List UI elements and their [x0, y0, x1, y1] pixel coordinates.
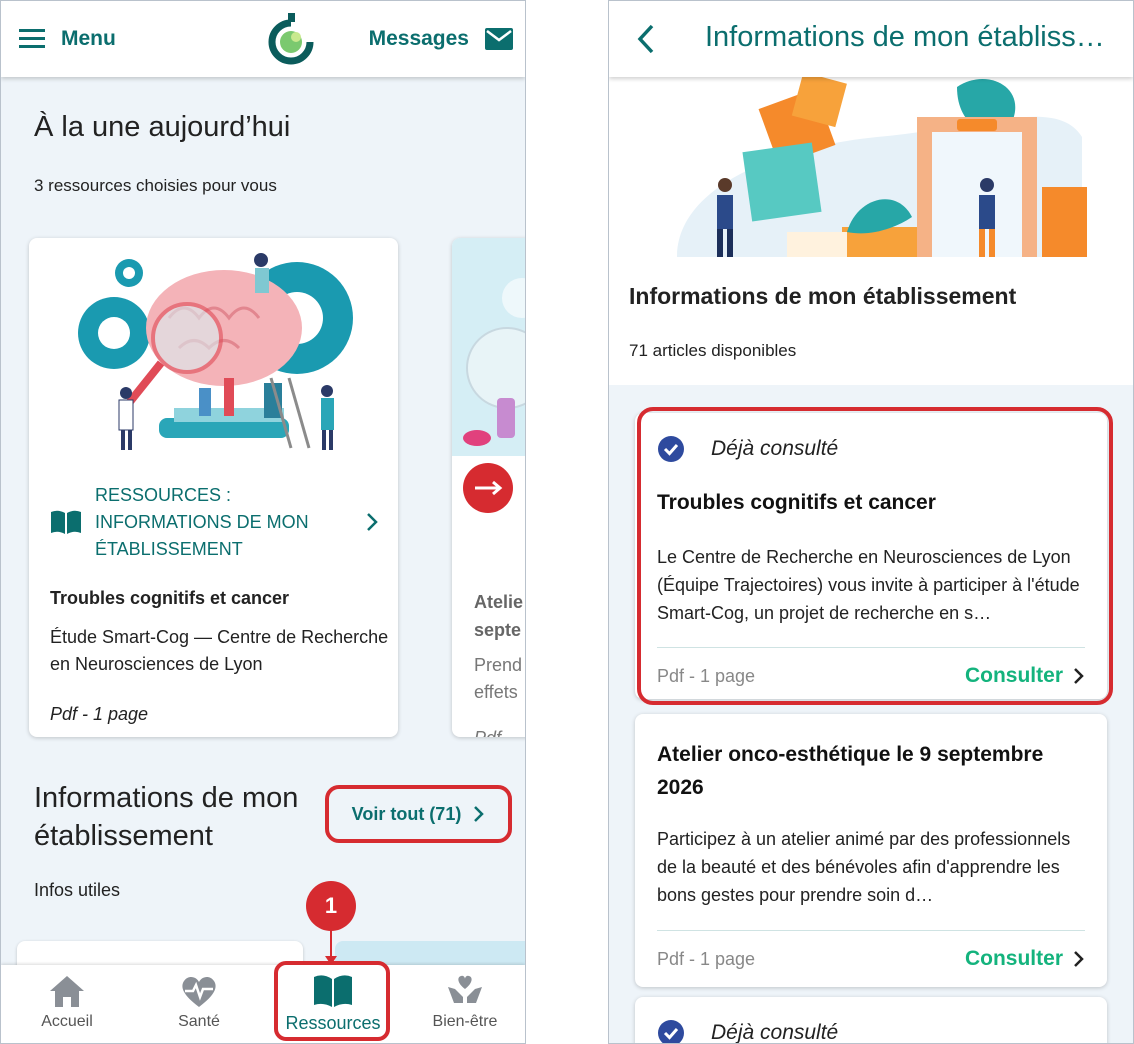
chevron-right-icon [367, 513, 378, 531]
tab-label: Bien-être [432, 1013, 498, 1030]
menu-label: Menu [61, 27, 116, 50]
article-card[interactable]: Atelier onco-esthétique le 9 septembre 2… [635, 714, 1107, 987]
tab-bien-etre[interactable]: Bien-être [405, 973, 525, 1031]
back-arrow-icon[interactable] [635, 23, 657, 55]
book-icon [51, 510, 81, 534]
chevron-right-icon [1074, 951, 1084, 967]
brain-research-illustration [78, 253, 353, 450]
step-badge: 1 [306, 881, 356, 931]
tab-accueil[interactable]: Accueil [7, 973, 127, 1031]
category-label: RESSOURCES : INFORMATIONS DE MON ÉTABLIS… [95, 485, 309, 559]
resources-list-screen: Informations de mon établissement Inform… [608, 0, 1134, 1044]
featured-subtitle: 3 ressources choisies pour vous [34, 176, 277, 195]
care-hands-icon [448, 975, 482, 1003]
active-tab-highlight [274, 961, 390, 1041]
article-file-info: Pdf - 1 page [657, 949, 756, 969]
see-all-label: Voir tout (71) [351, 803, 462, 824]
app-header: Menu Messages [1, 1, 525, 77]
heart-pulse-icon [182, 976, 216, 1007]
swipe-arrow-annotation [463, 463, 513, 513]
page-title: Informations de mon établissement [705, 21, 1117, 53]
section-title: Informations de mon établissement [629, 283, 1017, 309]
information-illustration [677, 77, 1087, 257]
messages-label: Messages [368, 27, 469, 50]
card-file-info: Pdf - 1 page [50, 704, 149, 724]
article-description: Participez à un atelier animé par des pr… [657, 829, 1071, 905]
see-all-button[interactable]: Voir tout (71) [325, 785, 512, 843]
featured-title: À la une aujourd’hui [34, 111, 291, 143]
card-file-info: Pdf [474, 728, 501, 737]
step-pointer-line [330, 929, 332, 959]
card-title: Atelie septe [474, 592, 524, 640]
chevron-right-icon [474, 806, 485, 822]
messages-button[interactable]: Messages [369, 23, 513, 55]
tab-label: Santé [178, 1013, 220, 1030]
section-title: Informations de mon établissement [34, 782, 299, 852]
seen-label: Déjà consulté [711, 1021, 839, 1044]
hamburger-icon [19, 29, 45, 48]
bottom-tab-bar: Accueil Santé Ressources Bien-être [1, 965, 525, 1043]
page-header: Informations de mon établissement [609, 1, 1133, 77]
consult-label: Consulter [964, 947, 1063, 970]
app-logo [268, 13, 314, 65]
featured-card-cognitive[interactable]: RESSOURCES : INFORMATIONS DE MON ÉTABLIS… [29, 238, 398, 737]
arrow-right-icon [475, 480, 503, 496]
tab-sante[interactable]: Santé [139, 973, 259, 1031]
card-description: Prend effets [474, 655, 523, 702]
consult-button[interactable]: Consulter [965, 947, 1085, 971]
section-subtitle: Infos utiles [34, 880, 121, 900]
divider [657, 930, 1085, 931]
seen-status: Déjà consulté [657, 1019, 839, 1044]
article-card[interactable]: Déjà consulté [635, 997, 1107, 1044]
workshop-illustration [452, 238, 525, 456]
home-screen: Menu Messages À la une aujourd’hui 3 res… [0, 0, 526, 1044]
check-circle-icon [658, 1020, 684, 1043]
mail-icon [485, 28, 513, 50]
home-icon [50, 976, 84, 1007]
category-row[interactable]: RESSOURCES : INFORMATIONS DE MON ÉTABLIS… [49, 482, 379, 563]
card-title: Troubles cognitifs et cancer [50, 588, 290, 608]
menu-button[interactable]: Menu [19, 23, 116, 55]
article-count: 71 articles disponibles [629, 341, 797, 360]
article-title: Atelier onco-esthétique le 9 septembre 2… [657, 743, 1044, 799]
highlight-outline [637, 407, 1113, 705]
card-description: Étude Smart-Cog — Centre de Recherche en… [50, 627, 389, 674]
tab-label: Accueil [41, 1013, 93, 1030]
